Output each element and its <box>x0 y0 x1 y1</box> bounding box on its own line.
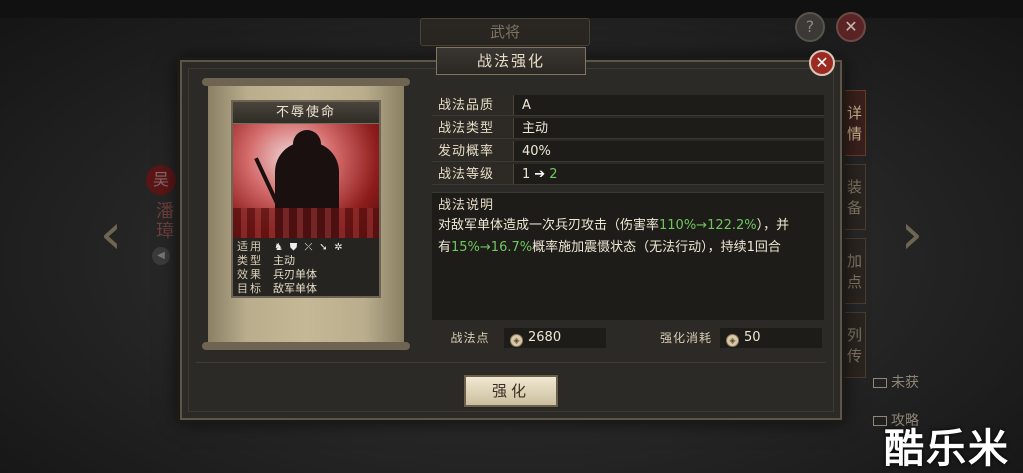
card-row-arms: 适用 ♞ ⛊ ⤫ ➘ ✲ <box>237 240 375 254</box>
prev-arrow-icon[interactable]: ‹ <box>96 205 126 265</box>
card-key: 类型 <box>237 254 263 267</box>
level-from: 1 <box>522 167 531 182</box>
siege-icon: ✲ <box>334 241 343 253</box>
arrow-right-icon: ➔ <box>534 167 546 182</box>
cost-value: 50 <box>744 330 761 345</box>
archer-icon: ⤫ <box>304 241 313 253</box>
info-value: 主动 <box>522 121 549 136</box>
card-key: 目标 <box>237 282 263 295</box>
top-bar <box>0 0 1023 18</box>
description-text: 有 <box>438 240 452 255</box>
info-value: A <box>522 98 531 113</box>
book-icon <box>873 378 887 388</box>
shield-icon: ⛊ <box>289 241 298 253</box>
card-value: 敌军单体 <box>273 282 317 295</box>
card-value: 兵刃单体 <box>273 268 317 281</box>
divider <box>196 362 826 363</box>
card-value: 主动 <box>273 254 295 267</box>
upgrade-button[interactable]: 强化 <box>464 375 558 407</box>
cavalry-icon: ♞ <box>274 241 283 253</box>
level-to: 2 <box>549 167 558 182</box>
cost-value-box: ◈ 50 <box>720 328 822 348</box>
screen-close-button[interactable]: ✕ <box>836 12 866 42</box>
description-line-2: 有15%→16.7%概率施加震慑状态（无法行动），持续1回合 <box>438 237 818 259</box>
description-text: ），并 <box>756 218 790 233</box>
scroll-rod-top <box>202 78 410 86</box>
card-row-type: 类型 主动 <box>237 254 375 268</box>
scroll-rod-bottom <box>202 342 410 350</box>
info-row-level: 战法等级 1 ➔ 2 <box>432 164 824 185</box>
general-name: 潘璋 <box>153 201 174 241</box>
general-panel: 吴 潘璋 ◀ <box>140 165 182 315</box>
next-arrow-icon[interactable]: › <box>897 205 927 265</box>
skill-art <box>233 124 379 238</box>
info-label: 发动概率 <box>432 141 514 161</box>
help-button[interactable]: ? <box>795 12 825 42</box>
arm-icons: ♞ ⛊ ⤫ ➘ ✲ <box>273 240 375 254</box>
spear-icon: ➘ <box>319 241 328 253</box>
info-row-type: 战法类型 主动 <box>432 118 824 139</box>
upgrade-cost: 强化消耗 ◈ 50 <box>652 328 822 348</box>
voice-icon[interactable]: ◀ <box>152 247 170 265</box>
army-crowd <box>233 208 379 238</box>
skill-card: 不辱使命 适用 ♞ ⛊ ⤫ ➘ ✲ 类型 主动 效果 兵刃单体 目标 敌军单体 <box>231 100 381 298</box>
card-info: 适用 ♞ ⛊ ⤫ ➘ ✲ 类型 主动 效果 兵刃单体 目标 敌军单体 <box>233 238 379 298</box>
info-label: 战法等级 <box>432 164 514 184</box>
description-line-1: 对敌军单体造成一次兵刃攻击（伤害率110%→122.2%），并 <box>438 215 818 237</box>
card-key: 效果 <box>237 268 263 281</box>
faction-seal: 吴 <box>146 165 176 195</box>
skill-description: 战法说明 对敌军单体造成一次兵刃攻击（伤害率110%→122.2%），并 有15… <box>432 192 824 320</box>
damage-rate-change: 110%→122.2% <box>659 218 757 233</box>
dialog-title: 战法强化 <box>436 47 586 75</box>
points-value: 2680 <box>528 330 562 345</box>
info-label: 战法品质 <box>432 95 514 115</box>
info-row-rate: 发动概率 40% <box>432 141 824 162</box>
skill-info-table: 战法品质 A 战法类型 主动 发动概率 40% 战法等级 1 ➔ 2 <box>432 95 824 187</box>
info-value: 1 ➔ 2 <box>514 164 557 184</box>
watermark: 酷乐米 <box>884 426 1010 472</box>
description-text: 概率施加震慑状态（无法行动），持续1回合 <box>532 240 781 255</box>
chance-change: 15%→16.7% <box>451 240 533 255</box>
info-label: 战法类型 <box>432 118 514 138</box>
skill-name: 不辱使命 <box>233 102 379 124</box>
card-key: 适用 <box>237 240 263 253</box>
screen-title: 武将 <box>420 18 590 46</box>
info-value: 40% <box>522 144 551 159</box>
info-row-quality: 战法品质 A <box>432 95 824 116</box>
close-button[interactable]: ✕ <box>809 50 835 76</box>
link-label: 未获 <box>891 375 919 391</box>
description-text: 对敌军单体造成一次兵刃攻击（伤害率 <box>438 218 660 233</box>
coin-icon: ◈ <box>726 334 739 347</box>
cost-label: 强化消耗 <box>652 328 720 348</box>
card-row-effect: 效果 兵刃单体 <box>237 268 375 282</box>
coin-icon: ◈ <box>510 334 523 347</box>
link-not-obtained[interactable]: 未获 <box>873 372 919 392</box>
card-row-target: 目标 敌军单体 <box>237 282 375 296</box>
points-label: 战法点 <box>436 328 504 348</box>
skill-points: 战法点 ◈ 2680 <box>436 328 606 348</box>
description-label: 战法说明 <box>438 198 495 213</box>
points-value-box: ◈ 2680 <box>504 328 606 348</box>
